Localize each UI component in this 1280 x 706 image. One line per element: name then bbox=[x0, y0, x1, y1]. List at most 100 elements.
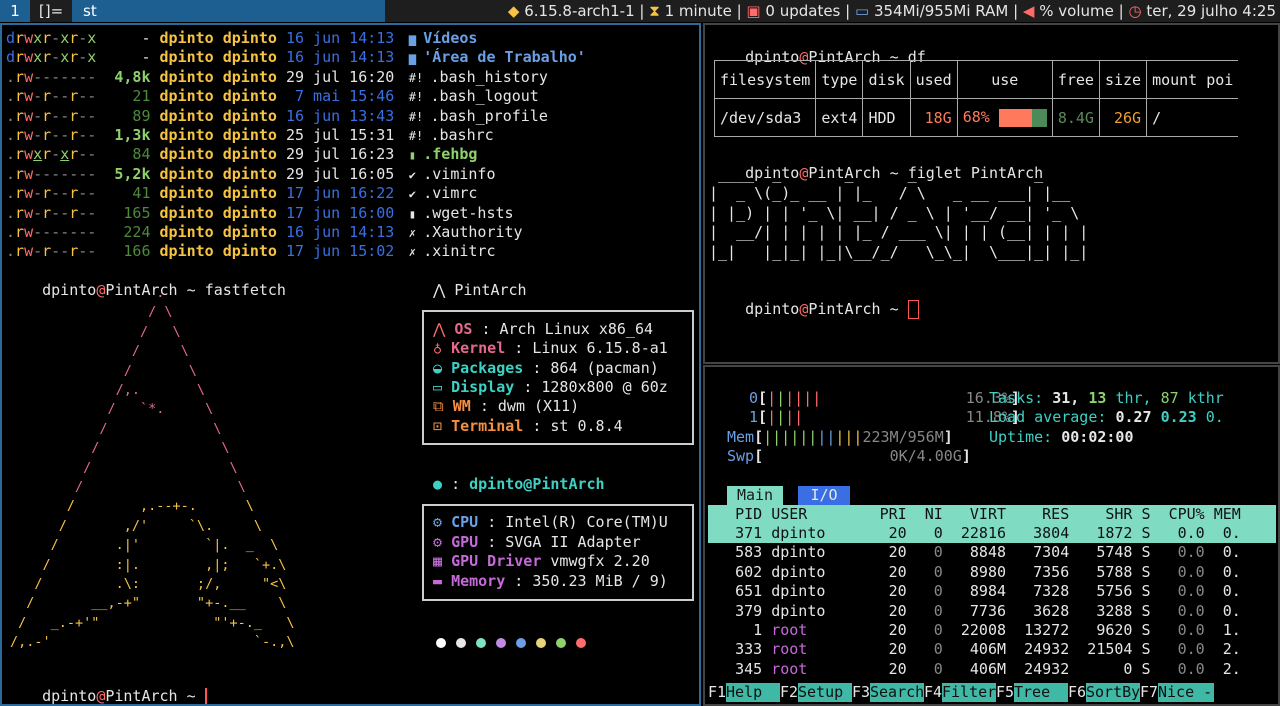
ls-perm: .rwxr-xr-- bbox=[6, 145, 97, 164]
clock-icon: ◷ bbox=[1128, 2, 1142, 20]
fkey-label: F6 bbox=[1068, 683, 1087, 701]
process-row[interactable]: 1 root 20 0 22008 13272 9620 S 0.0 1. bbox=[708, 621, 1276, 640]
logo-line: / \ bbox=[10, 440, 230, 457]
tag-1[interactable]: 1 bbox=[0, 0, 30, 22]
terminal-right-top[interactable]: dpinto@PintArch ~ df filesystem type dis… bbox=[703, 23, 1280, 364]
ls-name: .bash_history bbox=[430, 67, 548, 86]
process-row[interactable]: 651 dpinto 20 0 8984 7328 5756 S 0.0 0. bbox=[708, 582, 1276, 601]
vim-icon: ✔ bbox=[394, 167, 424, 182]
htop-header-row: PID USER PRI NI VIRT RES SHR S CPU% MEM bbox=[708, 505, 1276, 524]
ls-row: .rw-r--r-- 89 dpinto dpinto 16 jun 13:43… bbox=[6, 107, 548, 126]
kernel-version: 6.15.8-arch1-1 bbox=[524, 2, 635, 20]
separator: | bbox=[1013, 2, 1019, 20]
logo-line: /,. \ bbox=[10, 382, 206, 398]
ff-box-1-bottom bbox=[422, 437, 694, 445]
fkey-label: F2 bbox=[780, 683, 799, 701]
ls-date: 16 jun 14:13 bbox=[276, 48, 395, 67]
fkey-setup-button[interactable]: Setup bbox=[798, 683, 852, 702]
color-dot bbox=[456, 638, 466, 648]
process-row[interactable]: 333 root 20 0 406M 24932 21504 S 0.0 2. bbox=[708, 640, 1276, 659]
df-header: used bbox=[909, 60, 958, 99]
ls-date: 29 jul 16:05 bbox=[276, 164, 395, 183]
separator: | bbox=[845, 2, 851, 20]
process-row[interactable]: 583 dpinto 20 0 8848 7304 5748 S 0.0 0. bbox=[708, 543, 1276, 562]
df-mount: / bbox=[1146, 98, 1239, 137]
htop-pane[interactable]: 0[|||||| 16.3%] 1[|||| 11.8%] Mem[||||||… bbox=[703, 365, 1280, 706]
figlet-line: ____ _ _ _ _ bbox=[709, 165, 1044, 183]
df-size: 26G bbox=[1098, 98, 1148, 137]
logo-line: / \ bbox=[10, 343, 189, 360]
file-icon: ▮ bbox=[394, 148, 424, 163]
ff-cpu: ⚙ CPU : Intel(R) Core(TM)U bbox=[433, 513, 668, 531]
ls-user: dpinto bbox=[150, 67, 214, 86]
hash-icon: #! bbox=[394, 90, 431, 105]
terminal-icon: ⊡ bbox=[433, 417, 443, 435]
color-dot bbox=[576, 638, 586, 648]
ls-group: dpinto bbox=[213, 164, 277, 183]
tasks-line: Tasks: 31, 13 thr, 87 kthr bbox=[989, 389, 1224, 407]
terminal-left[interactable]: drwxr-xr-x - dpinto dpinto 16 jun 14:13 … bbox=[0, 23, 701, 706]
ls-date: 17 jun 16:00 bbox=[276, 203, 395, 222]
ls-perm: .rw------- bbox=[6, 223, 97, 241]
ls-row: .rw------- 224 dpinto dpinto 16 jun 14:1… bbox=[6, 223, 523, 242]
tab-io[interactable]: I/O bbox=[798, 486, 850, 506]
updates-status: 0 updates bbox=[765, 2, 841, 20]
ff-wm: ⧉ WM : dwm (X11) bbox=[433, 397, 580, 415]
fkey-search-button[interactable]: Search bbox=[870, 683, 924, 702]
separator: | bbox=[736, 2, 742, 20]
df-type: ext4 bbox=[815, 98, 864, 137]
x-icon: ✗ bbox=[394, 226, 424, 240]
ls-group: dpinto bbox=[213, 145, 277, 164]
penguin-icon: ◆ bbox=[507, 2, 520, 20]
ls-row: .rw------- 5,2k dpinto dpinto 29 jul 16:… bbox=[6, 165, 496, 184]
prompt-fastfetch: dpinto@PintArch ~ fastfetch bbox=[42, 281, 286, 300]
user-icon: ● bbox=[433, 475, 443, 493]
ff-gpu-driver: ▦ GPU Driver vmwgfx 2.20 bbox=[433, 552, 650, 570]
ls-perm: .rw------- bbox=[6, 67, 97, 86]
cpu0-meter: 0[|||||| 16.3%] bbox=[749, 389, 1020, 407]
process-row[interactable]: 602 dpinto 20 0 8980 7356 5788 S 0.0 0. bbox=[708, 563, 1276, 582]
df-header: size bbox=[1098, 60, 1148, 99]
tab-main[interactable]: Main bbox=[727, 486, 783, 506]
fkey-sortby-button[interactable]: SortBy bbox=[1086, 683, 1140, 702]
ls-date: 25 jul 15:31 bbox=[276, 126, 395, 144]
ls-name: Vídeos bbox=[423, 29, 478, 47]
ls-row: .rw-r--r-- 165 dpinto dpinto 17 jun 16:0… bbox=[6, 204, 514, 223]
hash-icon: #! bbox=[394, 129, 431, 143]
ls-row: .rw-r--r-- 41 dpinto dpinto 17 jun 16:22… bbox=[6, 184, 477, 203]
process-row[interactable]: 379 dpinto 20 0 7736 3628 3288 S 0.0 0. bbox=[708, 602, 1276, 621]
fkey-help-button[interactable]: Help bbox=[726, 683, 780, 702]
ls-date: 17 jun 16:22 bbox=[276, 184, 395, 203]
tab-main-label: Main bbox=[727, 486, 783, 506]
layout-indicator[interactable]: []= bbox=[36, 0, 66, 22]
process-row[interactable]: 345 root 20 0 406M 24932 0 S 0.0 2. bbox=[708, 660, 1276, 679]
ls-date: 29 jul 16:23 bbox=[276, 145, 395, 164]
fkey-tree-button[interactable]: Tree bbox=[1014, 683, 1068, 702]
prompt-left-bottom[interactable]: dpinto@PintArch ~ bbox=[6, 668, 207, 704]
df-free: 8.4G bbox=[1051, 98, 1100, 137]
x-icon: ✗ bbox=[394, 245, 424, 260]
ls-perm: .rw-r--r-- bbox=[6, 203, 97, 222]
fkey-filter-button[interactable]: Filter bbox=[942, 683, 996, 702]
color-dot bbox=[516, 638, 526, 648]
ls-name: .viminfo bbox=[423, 164, 496, 183]
fkey-nice-button[interactable]: Nice - bbox=[1158, 683, 1214, 702]
folder-icon: ▆ bbox=[394, 32, 424, 46]
color-dot bbox=[476, 638, 486, 648]
logo-line: / \ bbox=[10, 304, 173, 321]
fkey-label: F5 bbox=[996, 683, 1015, 701]
ls-date: 29 jul 16:20 bbox=[276, 67, 395, 86]
process-row[interactable]: 371 dpinto 20 0 22816 3804 1872 S 0.0 0. bbox=[708, 524, 1276, 543]
logo-line: / `*. \ bbox=[10, 401, 214, 418]
penguin-icon: ♁ bbox=[433, 339, 443, 357]
hourglass-icon: ⧗ bbox=[649, 2, 660, 20]
logo-line: / \ bbox=[10, 459, 238, 476]
ls-user: dpinto bbox=[150, 126, 214, 144]
ls-size: 166 bbox=[96, 242, 151, 261]
ff-box-2-bottom bbox=[422, 593, 694, 601]
ls-size: 5,2k bbox=[96, 164, 151, 183]
prompt-right-top[interactable]: dpinto@PintArch ~ bbox=[709, 281, 919, 320]
ls-name: .bashrc bbox=[430, 126, 494, 144]
vim-icon: ✔ bbox=[394, 187, 424, 202]
ls-user: dpinto bbox=[150, 145, 214, 164]
